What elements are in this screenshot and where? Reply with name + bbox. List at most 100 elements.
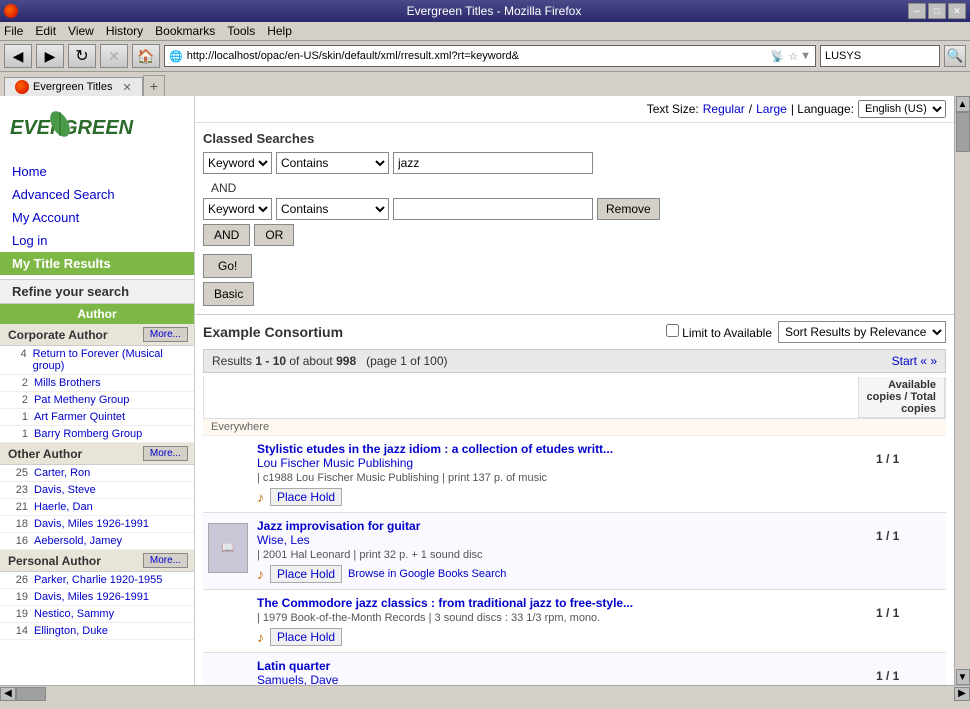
menu-bookmarks[interactable]: Bookmarks [155,24,215,38]
search-condition-2-select[interactable]: Contains Does not contain Matches [276,198,389,220]
active-tab[interactable]: Evergreen Titles ✕ [4,77,143,96]
other-author-more-button[interactable]: More... [143,446,188,461]
result-meta-3: | 1979 Book-of-the-Month Records | 3 sou… [257,612,872,624]
limit-checkbox[interactable] [666,324,679,337]
scroll-down-button[interactable]: ▼ [956,669,970,685]
search-value-1-input[interactable] [393,152,593,174]
corporate-author-more-button[interactable]: More... [143,327,188,342]
address-bar[interactable]: 🌐 http://localhost/opac/en-US/skin/defau… [164,45,816,67]
personal-author-link[interactable]: Ellington, Duke [34,625,108,637]
search-condition-1-select[interactable]: Contains Does not contain Matches [276,152,389,174]
menu-tools[interactable]: Tools [227,24,255,38]
place-hold-button-1[interactable]: Place Hold [270,488,342,506]
reload-button[interactable]: ↻ [68,44,96,68]
search-value-2-input[interactable] [393,198,593,220]
search-row-1: Keyword Title Author Subject Series Cont… [203,152,946,174]
list-item: 23 Davis, Steve [0,482,194,499]
sidebar-item-my-account[interactable]: My Account [0,206,194,229]
sort-select[interactable]: Sort Results by Relevance Sort by Title … [778,321,946,343]
scroll-left-button[interactable]: ◀ [0,687,16,701]
personal-author-link[interactable]: Davis, Miles 1926-1991 [34,591,149,603]
result-title-2[interactable]: Jazz improvisation for guitar [257,519,872,533]
sidebar-item-advanced-search[interactable]: Advanced Search [0,183,194,206]
text-size-large[interactable]: Large [756,102,787,116]
search-go-button[interactable]: 🔍 [944,45,966,67]
result-info-1: Stylistic etudes in the jazz idiom : a c… [253,442,876,506]
place-hold-button-3[interactable]: Place Hold [270,628,342,646]
result-author-4[interactable]: Samuels, Dave [257,673,872,685]
search-field[interactable]: LUSYS [820,45,940,67]
forward-button[interactable]: ▶ [36,44,64,68]
corporate-author-link[interactable]: Mills Brothers [34,377,101,389]
home-button[interactable]: 🏠 [132,44,160,68]
refine-header: Refine your search [0,279,194,304]
result-title-1[interactable]: Stylistic etudes in the jazz idiom : a c… [257,442,872,456]
tabs-bar: Evergreen Titles ✕ + [0,72,970,96]
go-area: Go! [203,250,946,278]
scrollbar[interactable]: ▲ ▼ [954,96,970,685]
menu-history[interactable]: History [106,24,143,38]
h-scroll-thumb[interactable] [16,687,46,701]
menu-file[interactable]: File [4,24,23,38]
personal-author-more-button[interactable]: More... [143,553,188,568]
result-author-2[interactable]: Wise, Les [257,533,872,547]
corporate-author-link[interactable]: Return to Forever (Musical group) [33,348,186,372]
window-controls: ─ □ ✕ [908,3,970,19]
close-button[interactable]: ✕ [948,3,966,19]
content-area: Text Size: Regular / Large | Language: E… [195,96,954,685]
sidebar-item-my-title-results[interactable]: My Title Results [0,252,194,275]
scroll-up-button[interactable]: ▲ [956,96,970,112]
basic-button[interactable]: Basic [203,282,254,306]
minimize-button[interactable]: ─ [908,3,926,19]
language-select[interactable]: English (US) [858,100,946,118]
menu-edit[interactable]: Edit [35,24,56,38]
or-button[interactable]: OR [254,224,294,246]
new-tab-button[interactable]: + [143,75,165,96]
result-thumbnail-3 [203,596,253,646]
next-link[interactable]: » [930,354,937,368]
remove-row-button[interactable]: Remove [597,198,660,220]
scroll-thumb[interactable] [956,112,970,152]
other-author-link[interactable]: Davis, Steve [34,484,96,496]
text-size-regular[interactable]: Regular [703,102,745,116]
result-title-3[interactable]: The Commodore jazz classics : from tradi… [257,596,872,610]
results-area: Example Consortium Limit to Available So… [195,315,954,685]
other-author-link[interactable]: Davis, Miles 1926-1991 [34,518,149,530]
corporate-author-link[interactable]: Barry Romberg Group [34,428,142,440]
author-tab[interactable]: Author [0,304,194,324]
sidebar-item-log-in[interactable]: Log in [0,229,194,252]
title-bar: Evergreen Titles - Mozilla Firefox ─ □ ✕ [0,0,970,22]
tab-close-icon[interactable]: ✕ [122,81,131,94]
window-title: Evergreen Titles - Mozilla Firefox [80,4,908,18]
go-button[interactable]: Go! [203,254,252,278]
corporate-author-link[interactable]: Pat Metheny Group [34,394,129,406]
place-hold-button-2[interactable]: Place Hold [270,565,342,583]
prev-link[interactable]: « [920,354,930,368]
browse-google-link-2[interactable]: Browse in Google Books Search [348,568,506,580]
personal-author-link[interactable]: Parker, Charlie 1920-1955 [34,574,162,586]
maximize-button[interactable]: □ [928,3,946,19]
corporate-author-header: Corporate Author More... [0,324,194,346]
result-title-4[interactable]: Latin quarter [257,659,872,673]
corporate-author-link[interactable]: Art Farmer Quintet [34,411,125,423]
search-field-1-select[interactable]: Keyword Title Author Subject Series [203,152,272,174]
list-item: 21 Haerle, Dan [0,499,194,516]
back-button[interactable]: ◀ [4,44,32,68]
music-icon-1: ♪ [257,489,264,505]
other-author-link[interactable]: Carter, Ron [34,467,90,479]
result-thumbnail-2: 📖 [203,519,253,583]
menu-view[interactable]: View [68,24,94,38]
other-author-link[interactable]: Aebersold, Jamey [34,535,122,547]
stop-button[interactable]: ✕ [100,44,128,68]
search-field-2-select[interactable]: Keyword Title Author Subject Series [203,198,272,220]
other-author-link[interactable]: Haerle, Dan [34,501,93,513]
personal-author-link[interactable]: Nestico, Sammy [34,608,114,620]
menu-help[interactable]: Help [267,24,292,38]
scroll-right-button[interactable]: ▶ [954,687,970,701]
result-author-1[interactable]: Lou Fischer Music Publishing [257,456,872,470]
and-button[interactable]: AND [203,224,250,246]
result-item: The Commodore jazz classics : from tradi… [203,590,946,653]
start-link[interactable]: Start [892,354,917,368]
sidebar-item-home[interactable]: Home [0,160,194,183]
sidebar: EVER GREEN Home Advanced Search My Accou… [0,96,195,685]
